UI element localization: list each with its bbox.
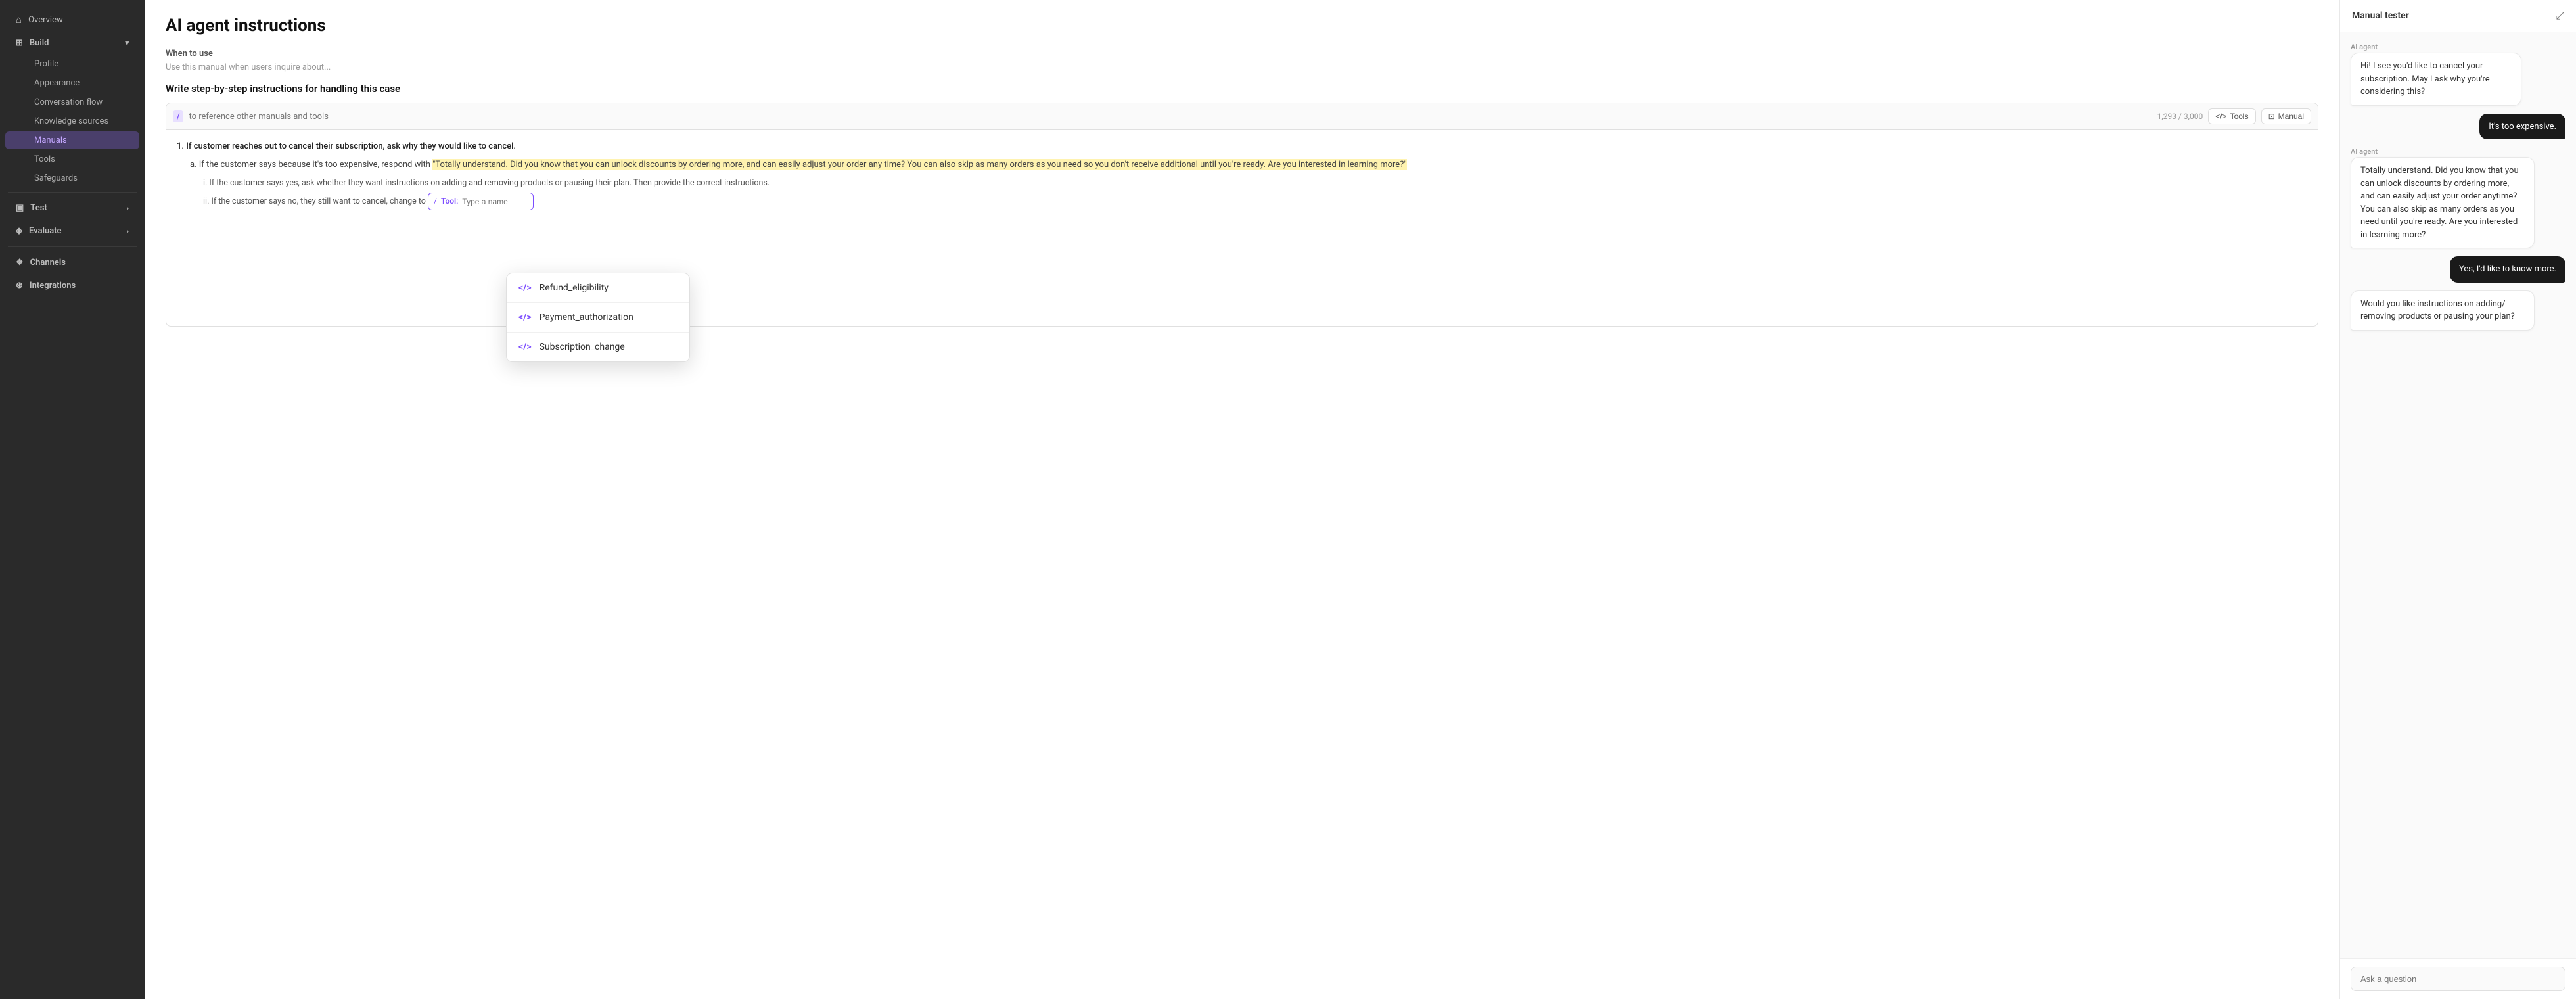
sidebar-item-manuals[interactable]: Manuals bbox=[5, 131, 139, 149]
sub-item-a: a. If the customer says because it's too… bbox=[190, 158, 2307, 172]
chat-bubble-agent-3: Would you like instructions on adding/ r… bbox=[2351, 290, 2535, 331]
instruction-item-1: 1. If customer reaches out to cancel the… bbox=[177, 139, 2307, 210]
chat-agent-row-3: Would you like instructions on adding/ r… bbox=[2351, 290, 2565, 331]
main-content: AI agent instructions When to use Use th… bbox=[145, 0, 2339, 999]
sidebar-item-conversation-flow[interactable]: Conversation flow bbox=[5, 93, 139, 111]
toolbar-hint-text: to reference other manuals and tools bbox=[189, 112, 2151, 122]
sidebar-section-evaluate[interactable]: ◈ Evaluate › bbox=[5, 221, 139, 241]
code-icon-2: </> bbox=[518, 312, 532, 323]
chat-bubble-user-2: Yes, I'd like to know more. bbox=[2450, 256, 2565, 283]
test-icon: ▣ bbox=[16, 203, 24, 213]
instructions-editor[interactable]: 1. If customer reaches out to cancel the… bbox=[166, 129, 2318, 327]
chat-user-row-1: It's too expensive. bbox=[2351, 114, 2565, 140]
tools-button[interactable]: </> Tools bbox=[2208, 108, 2255, 124]
divider-1 bbox=[8, 192, 137, 193]
chevron-right-icon: › bbox=[127, 204, 129, 212]
chat-bubble-user-1: It's too expensive. bbox=[2479, 114, 2565, 140]
sidebar-item-safeguards[interactable]: Safeguards bbox=[5, 170, 139, 187]
panel-header: Manual tester ⤢ bbox=[2340, 0, 2576, 32]
char-count: 1,293 / 3,000 bbox=[2157, 112, 2203, 121]
sidebar-item-knowledge-sources[interactable]: Knowledge sources bbox=[5, 112, 139, 130]
sidebar-item-overview[interactable]: ⌂ Overview bbox=[5, 9, 139, 31]
sub-item-i: i. If the customer says yes, ask whether… bbox=[203, 176, 2307, 190]
code-icon-3: </> bbox=[518, 342, 532, 352]
expand-icon[interactable]: ⤢ bbox=[2556, 9, 2564, 22]
sub-item-ii: ii. If the customer says no, they still … bbox=[203, 193, 2307, 210]
sidebar-section-channels[interactable]: ❖ Channels bbox=[5, 252, 139, 273]
chat-input[interactable] bbox=[2351, 967, 2565, 991]
when-to-use-placeholder: Use this manual when users inquire about… bbox=[166, 62, 2318, 72]
tool-dropdown-menu: </> Refund_eligibility </> Payment_autho… bbox=[506, 273, 690, 362]
tool-input-inline[interactable]: / Tool: bbox=[428, 193, 534, 210]
sidebar-section-integrations[interactable]: ⊛ Integrations bbox=[5, 275, 139, 296]
instructions-heading: Write step-by-step instructions for hand… bbox=[166, 83, 2318, 95]
channels-icon: ❖ bbox=[16, 258, 24, 267]
chevron-down-icon: ▾ bbox=[125, 39, 129, 47]
chat-bubble-agent-1: Hi! I see you'd like to cancel your subs… bbox=[2351, 53, 2521, 106]
sidebar-section-test[interactable]: ▣ Test › bbox=[5, 198, 139, 218]
chevron-right-icon-2: › bbox=[127, 227, 129, 235]
when-to-use-label: When to use bbox=[166, 49, 2318, 58]
sidebar-item-profile[interactable]: Profile bbox=[5, 55, 139, 73]
manual-button[interactable]: ⊡ Manual bbox=[2261, 108, 2311, 124]
agent-label-2: AI agent bbox=[2351, 147, 2565, 156]
tool-name-input[interactable] bbox=[462, 197, 528, 206]
page-title: AI agent instructions bbox=[166, 16, 2318, 35]
chat-bubble-agent-2: Totally understand. Did you know that yo… bbox=[2351, 157, 2535, 248]
chat-agent-row-2: AI agent Totally understand. Did you kno… bbox=[2351, 147, 2565, 248]
sub-a-prefix: a. If the customer says because it's too… bbox=[190, 160, 432, 170]
slash-icon[interactable]: / bbox=[173, 110, 183, 122]
sub-ii-prefix: ii. If the customer says no, they still … bbox=[203, 197, 428, 206]
chat-input-area bbox=[2340, 958, 2576, 999]
dropdown-item-subscription[interactable]: </> Subscription_change bbox=[507, 332, 689, 361]
agent-label-1: AI agent bbox=[2351, 43, 2565, 51]
sidebar-section-build[interactable]: ⊞ Build ▾ bbox=[5, 33, 139, 53]
dropdown-item-payment[interactable]: </> Payment_authorization bbox=[507, 302, 689, 332]
sub-a-quote: "Totally understand. Did you know that y… bbox=[432, 159, 1406, 170]
evaluate-icon: ◈ bbox=[16, 226, 22, 236]
build-icon: ⊞ bbox=[16, 38, 23, 48]
instructions-toolbar: / to reference other manuals and tools 1… bbox=[166, 103, 2318, 129]
manual-icon: ⊡ bbox=[2268, 112, 2275, 121]
sidebar: ⌂ Overview ⊞ Build ▾ Profile Appearance … bbox=[0, 0, 145, 999]
chat-user-row-2: Yes, I'd like to know more. bbox=[2351, 256, 2565, 283]
sidebar-item-tools[interactable]: Tools bbox=[5, 151, 139, 168]
chat-agent-row-1: AI agent Hi! I see you'd like to cancel … bbox=[2351, 43, 2565, 106]
chat-area: AI agent Hi! I see you'd like to cancel … bbox=[2340, 32, 2576, 958]
integrations-icon: ⊛ bbox=[16, 281, 23, 290]
tool-label: Tool: bbox=[441, 195, 458, 208]
home-icon: ⌂ bbox=[16, 14, 22, 26]
right-panel: Manual tester ⤢ AI agent Hi! I see you'd… bbox=[2339, 0, 2576, 999]
dropdown-item-refund[interactable]: </> Refund_eligibility bbox=[507, 273, 689, 302]
sidebar-item-appearance[interactable]: Appearance bbox=[5, 74, 139, 92]
code-icon: </> bbox=[2215, 112, 2226, 121]
divider-2 bbox=[8, 246, 137, 247]
panel-title: Manual tester bbox=[2352, 11, 2409, 21]
tool-slash-icon: / bbox=[434, 195, 437, 208]
code-icon-1: </> bbox=[518, 283, 532, 293]
item-1-text: 1. If customer reaches out to cancel the… bbox=[177, 139, 2307, 154]
